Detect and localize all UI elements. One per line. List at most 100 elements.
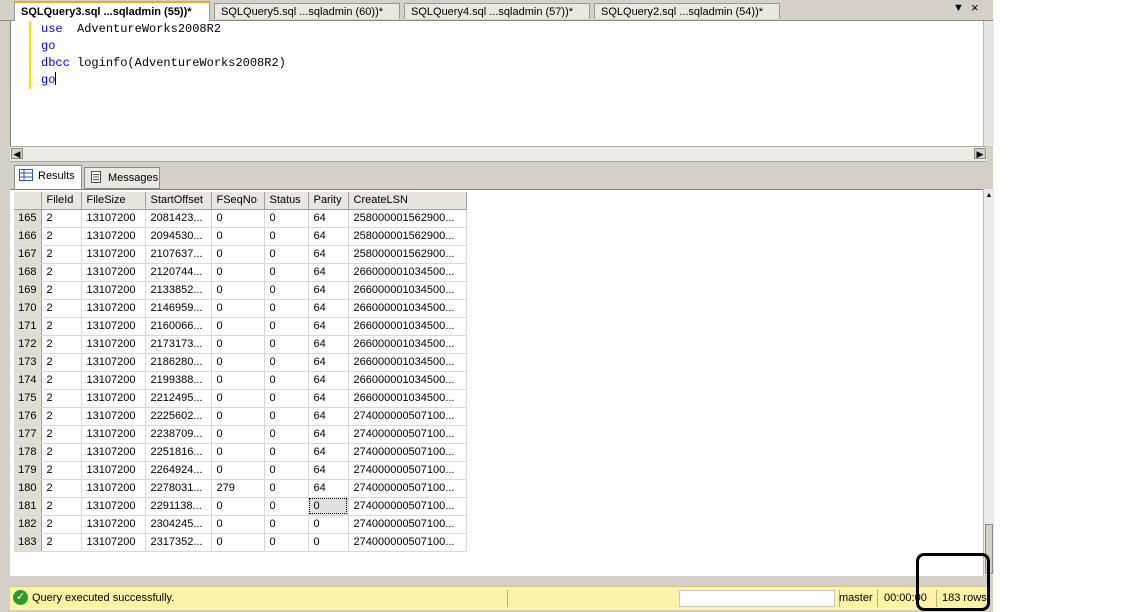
tab-sqlquery3[interactable]: SQLQuery3.sql ...sqladmin (55))* — [14, 1, 210, 21]
grid-cell[interactable]: 0 — [211, 227, 265, 246]
grid-cell[interactable]: 0 — [211, 389, 265, 408]
grid-cell[interactable]: 0 — [264, 263, 309, 282]
grid-cell[interactable]: 0 — [211, 371, 265, 390]
grid-cell[interactable]: 2081423... — [145, 209, 212, 228]
grid-cell[interactable]: 13107200 — [81, 479, 146, 498]
grid-cell[interactable]: 64 — [308, 209, 349, 228]
grid-cell[interactable]: 64 — [308, 425, 349, 444]
row-number[interactable]: 169 — [14, 281, 42, 300]
table-row[interactable]: 173 2 13107200 2186280... 0 0 64 26600000103450… — [14, 353, 467, 372]
grid-cell[interactable]: 64 — [308, 443, 349, 462]
results-grid[interactable]: FileId FileSize StartOffset FSeqNo Statu… — [14, 192, 467, 552]
grid-cell[interactable]: 2 — [41, 533, 82, 552]
row-number[interactable]: 183 — [14, 533, 42, 552]
grid-cell[interactable]: 13107200 — [81, 407, 146, 426]
grid-cell[interactable]: 2 — [41, 407, 82, 426]
table-row[interactable]: 170 2 13107200 2146959... 0 0 64 26600000103450… — [14, 299, 467, 318]
grid-cell[interactable]: 64 — [308, 299, 349, 318]
grid-corner[interactable] — [14, 192, 42, 210]
grid-cell[interactable]: 0 — [308, 533, 349, 552]
grid-cell[interactable]: 13107200 — [81, 515, 146, 534]
grid-cell[interactable]: 274000000507100... — [348, 461, 467, 480]
grid-cell[interactable]: 258000001562900... — [348, 227, 467, 246]
row-number[interactable]: 171 — [14, 317, 42, 336]
grid-cell[interactable]: 0 — [264, 371, 309, 390]
grid-cell[interactable]: 258000001562900... — [348, 209, 467, 228]
grid-cell[interactable]: 2 — [41, 389, 82, 408]
grid-cell[interactable]: 0 — [211, 425, 265, 444]
editor-vertical-scrollbar[interactable] — [983, 21, 994, 146]
table-row[interactable]: 179 2 13107200 2264924... 0 0 64 27400000050710… — [14, 461, 467, 480]
grid-cell[interactable]: 2 — [41, 209, 82, 228]
grid-cell[interactable]: 0 — [264, 227, 309, 246]
table-row[interactable]: 178 2 13107200 2251816... 0 0 64 27400000050710… — [14, 443, 467, 462]
grid-cell[interactable]: 2238709... — [145, 425, 212, 444]
table-row[interactable]: 169 2 13107200 2133852... 0 0 64 26600000103450… — [14, 281, 467, 300]
table-row[interactable]: 167 2 13107200 2107637... 0 0 64 25800000156290… — [14, 245, 467, 264]
grid-cell[interactable]: 2199388... — [145, 371, 212, 390]
grid-cell[interactable]: 2 — [41, 281, 82, 300]
tab-messages[interactable]: Messages — [84, 167, 160, 189]
row-number[interactable]: 168 — [14, 263, 42, 282]
tab-sqlquery4[interactable]: SQLQuery4.sql ...sqladmin (57))* — [404, 3, 590, 19]
table-row[interactable]: 171 2 13107200 2160066... 0 0 64 26600000103450… — [14, 317, 467, 336]
row-number[interactable]: 178 — [14, 443, 42, 462]
table-row[interactable]: 166 2 13107200 2094530... 0 0 64 25800000156290… — [14, 227, 467, 246]
grid-cell[interactable]: 274000000507100... — [348, 515, 467, 534]
grid-cell[interactable]: 274000000507100... — [348, 497, 467, 516]
grid-cell[interactable]: 64 — [308, 479, 349, 498]
grid-cell[interactable]: 13107200 — [81, 281, 146, 300]
grid-cell[interactable]: 274000000507100... — [348, 425, 467, 444]
grid-cell[interactable]: 13107200 — [81, 425, 146, 444]
grid-cell[interactable]: 0 — [211, 407, 265, 426]
grid-cell[interactable]: 13107200 — [81, 371, 146, 390]
grid-cell[interactable]: 2 — [41, 317, 82, 336]
grid-cell[interactable]: 2264924... — [145, 461, 212, 480]
grid-cell[interactable]: 0 — [211, 443, 265, 462]
grid-cell[interactable]: 2 — [41, 461, 82, 480]
grid-cell[interactable]: 0 — [211, 497, 265, 516]
grid-cell[interactable]: 64 — [308, 461, 349, 480]
row-number[interactable]: 173 — [14, 353, 42, 372]
grid-cell[interactable]: 279 — [211, 479, 265, 498]
grid-cell[interactable]: 13107200 — [81, 533, 146, 552]
scroll-up-icon[interactable]: ▲ — [985, 191, 993, 201]
grid-cell[interactable]: 13107200 — [81, 263, 146, 282]
grid-cell[interactable]: 0 — [264, 281, 309, 300]
grid-cell[interactable]: 0 — [211, 515, 265, 534]
grid-cell[interactable]: 274000000507100... — [348, 443, 467, 462]
grid-cell[interactable]: 0 — [264, 461, 309, 480]
grid-cell[interactable]: 2 — [41, 227, 82, 246]
column-header[interactable]: Status — [264, 192, 309, 210]
grid-cell[interactable]: 2 — [41, 443, 82, 462]
grid-cell[interactable]: 0 — [264, 407, 309, 426]
grid-cell[interactable]: 13107200 — [81, 443, 146, 462]
grid-cell[interactable]: 266000001034500... — [348, 263, 467, 282]
tab-results[interactable]: Results — [14, 165, 82, 189]
table-row[interactable]: 165 2 13107200 2081423... 0 0 64 25800000156290… — [14, 209, 467, 228]
table-row[interactable]: 174 2 13107200 2199388... 0 0 64 26600000103450… — [14, 371, 467, 390]
grid-cell[interactable]: 13107200 — [81, 245, 146, 264]
grid-cell[interactable]: 0 — [211, 263, 265, 282]
grid-cell[interactable]: 0 — [264, 479, 309, 498]
grid-cell[interactable]: 64 — [308, 281, 349, 300]
tab-dropdown-icon[interactable]: ▼ — [953, 2, 964, 14]
table-row[interactable]: 172 2 13107200 2173173... 0 0 64 26600000103450… — [14, 335, 467, 354]
grid-cell[interactable]: 0 — [264, 245, 309, 264]
grid-cell[interactable]: 0 — [264, 209, 309, 228]
grid-cell[interactable]: 2 — [41, 335, 82, 354]
grid-cell[interactable]: 0 — [264, 353, 309, 372]
grid-cell[interactable]: 0 — [211, 533, 265, 552]
row-number[interactable]: 166 — [14, 227, 42, 246]
grid-cell[interactable]: 2160066... — [145, 317, 212, 336]
grid-cell[interactable]: 64 — [308, 245, 349, 264]
row-number[interactable]: 181 — [14, 497, 42, 516]
grid-cell[interactable]: 2251816... — [145, 443, 212, 462]
grid-cell[interactable]: 13107200 — [81, 461, 146, 480]
grid-cell[interactable]: 274000000507100... — [348, 407, 467, 426]
grid-cell[interactable]: 13107200 — [81, 299, 146, 318]
grid-cell[interactable]: 0 — [211, 335, 265, 354]
grid-cell[interactable]: 0 — [264, 299, 309, 318]
grid-cell[interactable]: 2 — [41, 353, 82, 372]
scroll-left-icon[interactable]: ◀ — [11, 148, 23, 159]
